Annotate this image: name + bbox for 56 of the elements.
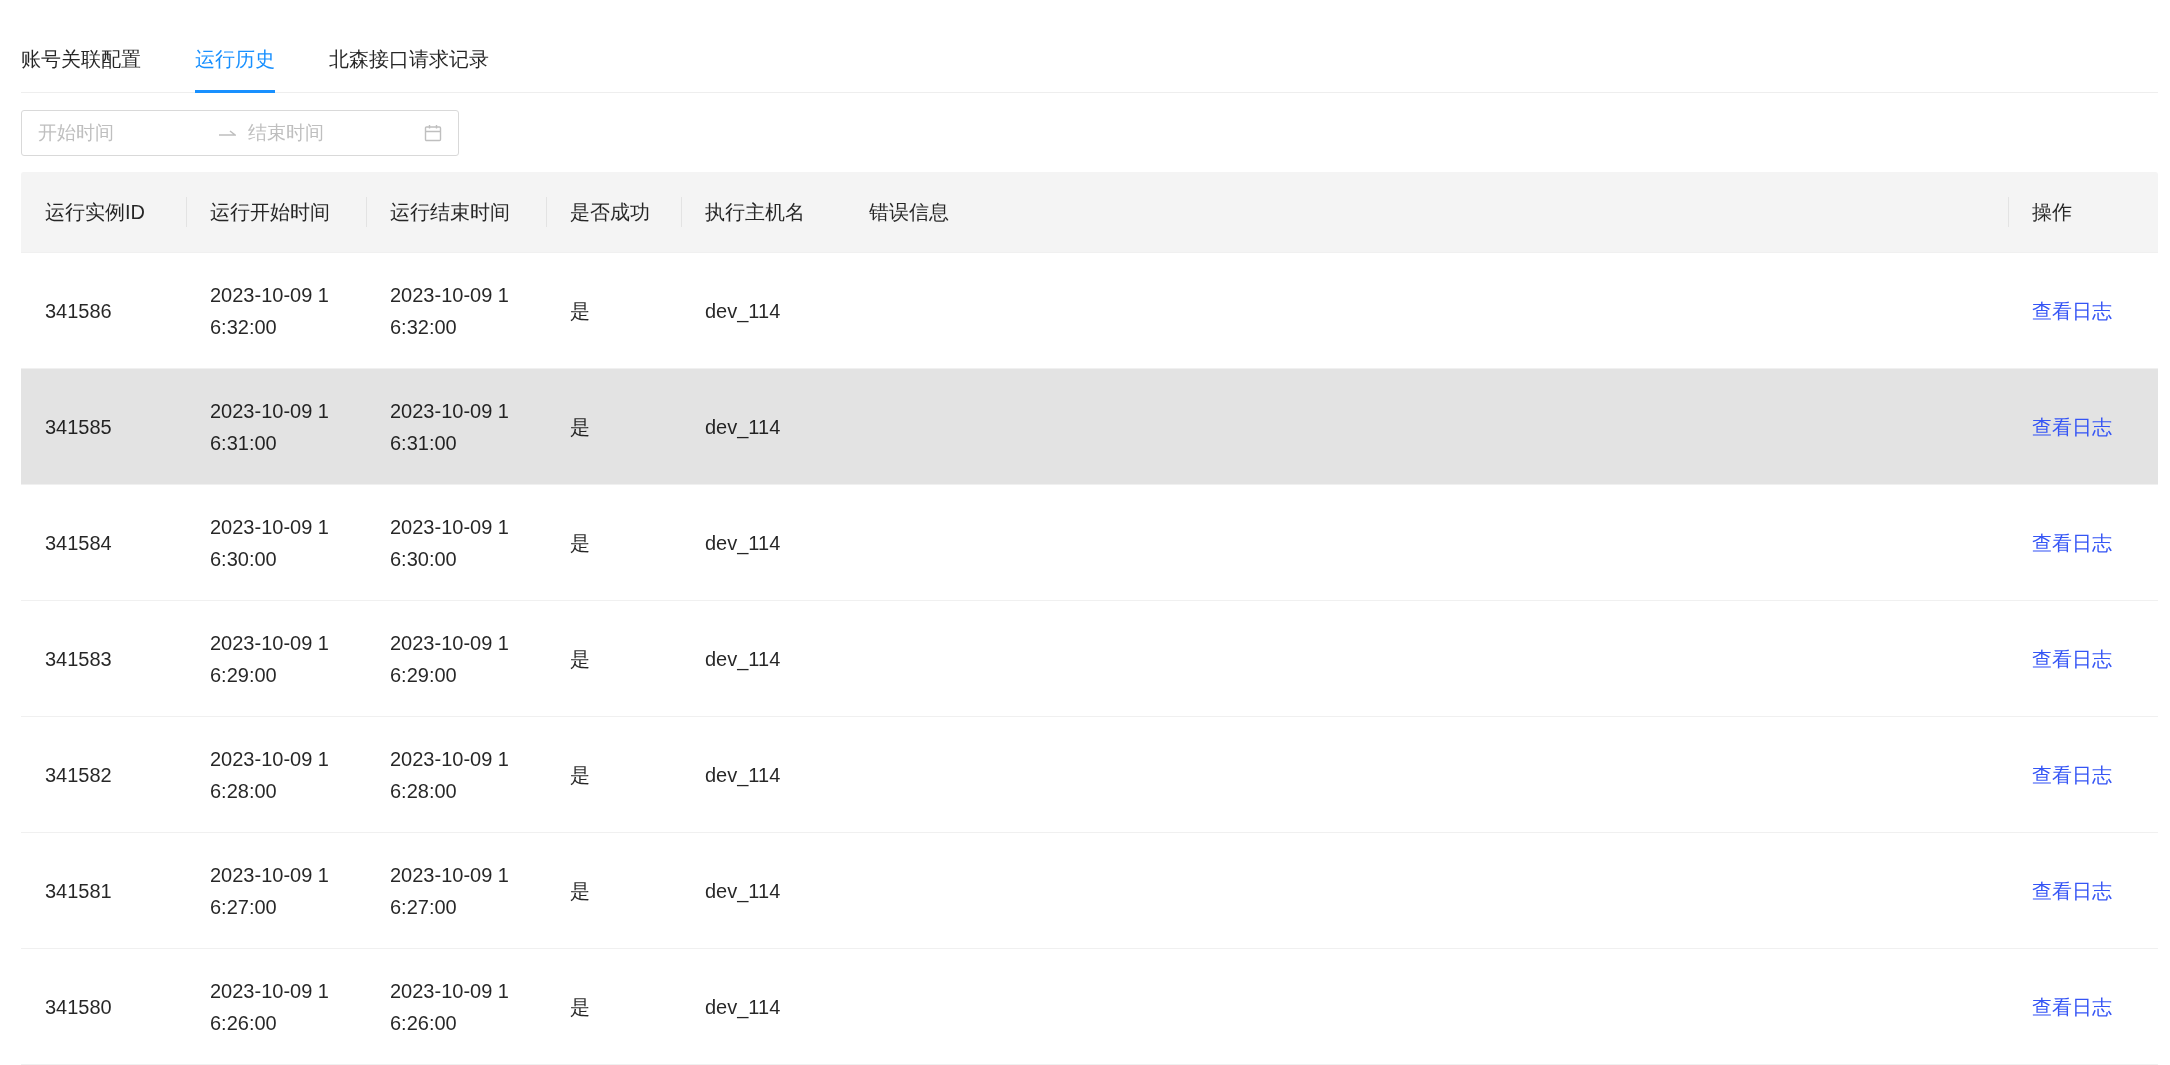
table-cell-text: 是 (570, 762, 590, 788)
table-cell-text: 341584 (45, 530, 112, 556)
view-log-link[interactable]: 查看日志 (2032, 415, 2112, 438)
table-cell-text: 2023-10-09 16:27:00 (210, 862, 330, 920)
table-cell-text: 341582 (45, 762, 112, 788)
table-cell-text: 2023-10-09 16:29:00 (390, 630, 510, 688)
table-cell-text: 是 (570, 298, 590, 324)
start-date-input[interactable]: 开始时间 (38, 122, 208, 144)
table-cell-text: 2023-10-09 16:32:00 (210, 282, 330, 340)
table-cell-text: dev_114 (705, 994, 781, 1021)
view-log-link[interactable]: 查看日志 (2032, 647, 2112, 670)
table-cell-text: dev_114 (705, 530, 781, 557)
date-range-field[interactable]: 开始时间 结束时间 (21, 110, 459, 156)
table-cell-text: 2023-10-09 16:30:00 (390, 514, 510, 572)
table-cell-text: dev_114 (705, 298, 781, 325)
table-cell-text: 341586 (45, 298, 112, 324)
column-header: 运行结束时间 (390, 200, 510, 225)
table-cell-text: 341580 (45, 994, 112, 1020)
column-header: 错误信息 (869, 200, 949, 225)
end-date-input[interactable]: 结束时间 (248, 122, 398, 144)
calendar-icon (424, 124, 442, 142)
table-cell-text: dev_114 (705, 878, 781, 905)
column-header: 是否成功 (570, 200, 650, 225)
view-log-link[interactable]: 查看日志 (2032, 763, 2112, 786)
table-cell-text: 2023-10-09 16:28:00 (390, 746, 510, 804)
table-cell-text: dev_114 (705, 762, 781, 789)
view-log-link[interactable]: 查看日志 (2032, 531, 2112, 554)
table-cell-text: 2023-10-09 16:26:00 (210, 978, 330, 1036)
view-log-link[interactable]: 查看日志 (2032, 995, 2112, 1018)
table-cell-text: 是 (570, 414, 590, 440)
table-cell-text: 2023-10-09 16:27:00 (390, 862, 510, 920)
column-header: 运行开始时间 (210, 200, 330, 225)
view-log-link[interactable]: 查看日志 (2032, 879, 2112, 902)
column-header: 操作 (2032, 200, 2072, 225)
table-cell-text: 2023-10-09 16:28:00 (210, 746, 330, 804)
table-cell-text: 2023-10-09 16:31:00 (390, 398, 510, 456)
column-header: 执行主机名 (705, 200, 805, 225)
table-cell-text: 2023-10-09 16:31:00 (210, 398, 330, 456)
table-cell-text: 是 (570, 878, 590, 904)
table-cell-text: 341581 (45, 878, 112, 904)
table-cell-text: 是 (570, 530, 590, 556)
table-cell-text: 341585 (45, 414, 112, 440)
view-log-link[interactable]: 查看日志 (2032, 299, 2112, 322)
table-cell-text: 2023-10-09 16:26:00 (390, 978, 510, 1036)
tab[interactable]: 账号关联配置 (21, 42, 141, 93)
table-cell-text: dev_114 (705, 646, 781, 673)
table-cell-text: dev_114 (705, 414, 781, 441)
tab[interactable]: 北森接口请求记录 (329, 42, 489, 93)
table-cell-text: 2023-10-09 16:32:00 (390, 282, 510, 340)
table-row[interactable]: 341585 2023-10-09 16:31:00 2023-10-09 16:31:00 是 dev_114 查看日志 (21, 369, 2158, 485)
table-cell-text: 2023-10-09 16:30:00 (210, 514, 330, 572)
table-cell-text: 是 (570, 994, 590, 1020)
table-cell-text: 341583 (45, 646, 112, 672)
column-header: 运行实例ID (45, 200, 145, 225)
table-cell-text: 2023-10-09 16:29:00 (210, 630, 330, 688)
table-cell-text: 是 (570, 646, 590, 672)
